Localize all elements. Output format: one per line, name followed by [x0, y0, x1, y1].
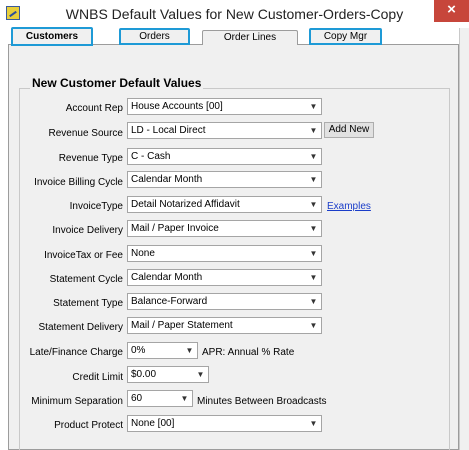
examples-link[interactable]: Examples	[327, 201, 371, 212]
late-finance-charge-label: Late/Finance Charge	[29, 347, 123, 358]
tab-copy-mgr-label: Copy Mgr	[323, 31, 368, 42]
tab-order-lines-label: Order Lines	[223, 32, 277, 43]
tab-order-lines[interactable]: Order Lines	[202, 30, 298, 45]
invoice-type-label: InvoiceType	[69, 201, 123, 212]
statement-delivery-label: Statement Delivery	[38, 322, 123, 333]
invoice-tax-value: None	[131, 248, 155, 259]
title-bar: WNBS Default Values for New Customer-Ord…	[0, 0, 469, 28]
statement-cycle-label: Statement Cycle	[49, 274, 123, 285]
tab-customers[interactable]: Customers	[11, 27, 93, 46]
chevron-down-icon: ▼	[309, 419, 318, 428]
chevron-down-icon: ▼	[309, 224, 318, 233]
add-new-button[interactable]: Add New	[324, 122, 374, 138]
chevron-down-icon: ▼	[196, 370, 205, 379]
revenue-source-dropdown[interactable]: LD - Local Direct ▼	[127, 122, 322, 139]
chevron-down-icon: ▼	[309, 175, 318, 184]
invoice-delivery-value: Mail / Paper Invoice	[131, 223, 219, 234]
chevron-down-icon: ▼	[309, 297, 318, 306]
statement-delivery-value: Mail / Paper Statement	[131, 320, 233, 331]
revenue-source-label: Revenue Source	[48, 128, 124, 139]
revenue-type-dropdown[interactable]: C - Cash ▼	[127, 148, 322, 165]
credit-limit-dropdown[interactable]: $0.00 ▼	[127, 366, 209, 383]
minimum-separation-dropdown[interactable]: 60 ▼	[127, 390, 193, 407]
invoice-tax-label: InvoiceTax or Fee	[44, 250, 123, 261]
chevron-down-icon: ▼	[309, 321, 318, 330]
window-title: WNBS Default Values for New Customer-Ord…	[65, 6, 404, 22]
chevron-down-icon: ▼	[309, 200, 318, 209]
statement-type-dropdown[interactable]: Balance-Forward ▼	[127, 293, 322, 310]
tab-orders-label: Orders	[139, 31, 170, 42]
close-button[interactable]: ×	[434, 0, 469, 22]
tab-customers-label: Customers	[25, 31, 79, 42]
window-scrollbar[interactable]	[459, 28, 469, 450]
tab-orders[interactable]: Orders	[119, 28, 190, 45]
statement-type-value: Balance-Forward	[131, 296, 208, 307]
product-protect-dropdown[interactable]: None [00] ▼	[127, 415, 322, 432]
invoice-billing-cycle-dropdown[interactable]: Calendar Month ▼	[127, 171, 322, 188]
late-finance-charge-value: 0%	[131, 345, 146, 356]
chevron-down-icon: ▼	[180, 394, 189, 403]
account-rep-dropdown[interactable]: House Accounts [00] ▼	[127, 98, 322, 115]
invoice-tax-dropdown[interactable]: None ▼	[127, 245, 322, 262]
invoice-delivery-dropdown[interactable]: Mail / Paper Invoice ▼	[127, 220, 322, 237]
statement-delivery-dropdown[interactable]: Mail / Paper Statement ▼	[127, 317, 322, 334]
tab-copy-mgr[interactable]: Copy Mgr	[309, 28, 382, 45]
revenue-source-value: LD - Local Direct	[131, 125, 206, 136]
account-rep-value: House Accounts [00]	[131, 101, 223, 112]
chevron-down-icon: ▼	[309, 126, 318, 135]
minimum-separation-value: 60	[131, 393, 143, 404]
section-title: New Customer Default Values	[30, 76, 204, 90]
minimum-separation-label: Minimum Separation	[31, 396, 123, 407]
revenue-type-value: C - Cash	[131, 151, 171, 162]
chevron-down-icon: ▼	[309, 249, 318, 258]
statement-cycle-dropdown[interactable]: Calendar Month ▼	[127, 269, 322, 286]
window-frame-left	[0, 28, 8, 450]
invoice-delivery-label: Invoice Delivery	[52, 225, 123, 236]
chevron-down-icon: ▼	[185, 346, 194, 355]
invoice-type-value: Detail Notarized Affidavit	[131, 199, 240, 210]
broadcast-note: Minutes Between Broadcasts	[197, 396, 327, 407]
revenue-type-label: Revenue Type	[58, 153, 123, 164]
close-icon: ×	[447, 1, 456, 18]
chevron-down-icon: ▼	[309, 102, 318, 111]
product-protect-label: Product Protect	[54, 420, 123, 431]
invoice-billing-cycle-label: Invoice Billing Cycle	[34, 177, 123, 188]
statement-cycle-value: Calendar Month	[131, 272, 203, 283]
statement-type-label: Statement Type	[53, 298, 123, 309]
chevron-down-icon: ▼	[309, 152, 318, 161]
credit-limit-value: $0.00	[131, 369, 157, 380]
credit-limit-label: Credit Limit	[72, 372, 123, 383]
invoice-type-dropdown[interactable]: Detail Notarized Affidavit ▼	[127, 196, 322, 213]
chevron-down-icon: ▼	[309, 273, 318, 282]
product-protect-value: None [00]	[131, 418, 175, 429]
late-finance-charge-dropdown[interactable]: 0% ▼	[127, 342, 198, 359]
account-rep-label: Account Rep	[65, 103, 123, 114]
apr-note: APR: Annual % Rate	[202, 347, 295, 358]
invoice-billing-cycle-value: Calendar Month	[131, 174, 203, 185]
